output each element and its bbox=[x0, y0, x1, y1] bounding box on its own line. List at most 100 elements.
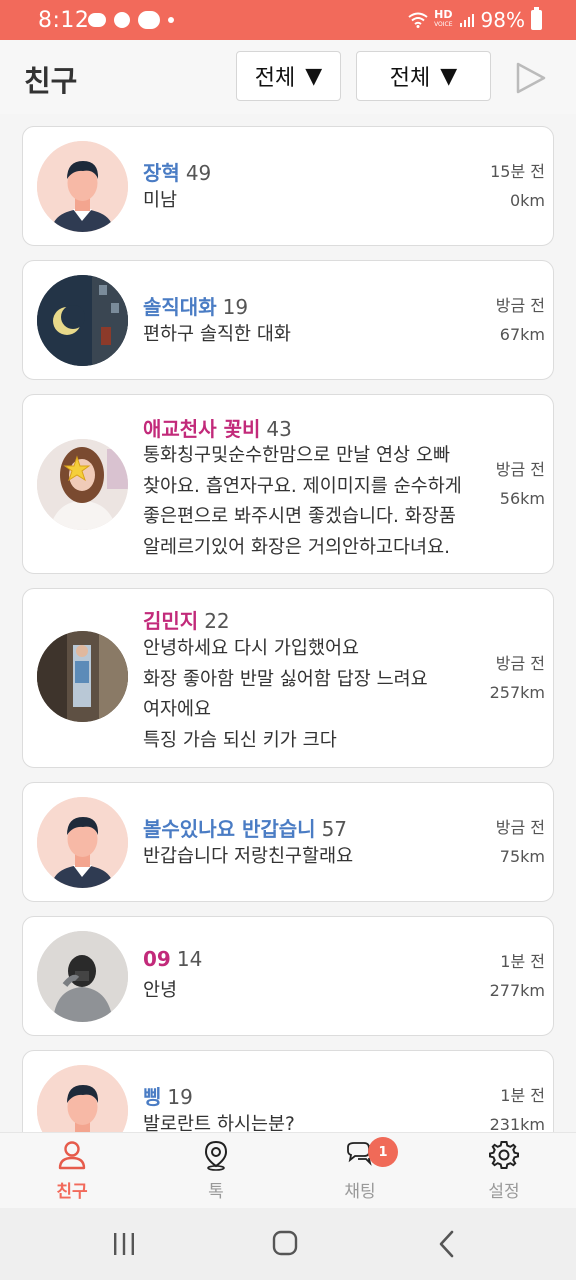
notification-icons bbox=[88, 11, 174, 29]
dot-icon bbox=[168, 17, 174, 23]
filter-dropdown-1[interactable]: 전체 ▼ bbox=[236, 51, 341, 101]
friend-card[interactable]: 김민지 22 안녕하세요 다시 가입했어요 화장 좋아함 반말 싫어함 답장 느려… bbox=[22, 588, 554, 768]
hd-label: HD bbox=[434, 8, 453, 21]
friend-name: 장혁 bbox=[143, 161, 180, 185]
friend-age: 22 bbox=[204, 609, 230, 633]
friend-distance: 67km bbox=[499, 325, 545, 344]
friend-age: 19 bbox=[167, 1085, 193, 1109]
filter-1-label: 전체 bbox=[254, 66, 296, 91]
friend-meta: 방금 전 67km bbox=[496, 291, 545, 349]
app-badge-icon bbox=[138, 11, 160, 29]
signal-icon bbox=[459, 14, 474, 27]
back-icon[interactable] bbox=[427, 1226, 467, 1262]
friend-message: 발로란트 하시는분? bbox=[143, 1114, 295, 1132]
friend-meta: 1분 전 277km bbox=[490, 947, 545, 1005]
page-title: 친구 bbox=[24, 64, 78, 98]
nav-label-talk: 톡 bbox=[208, 1182, 224, 1202]
friend-meta: 방금 전 75km bbox=[496, 813, 545, 871]
friend-card[interactable]: 애교천사 꽃비 43 통화칭구및순수한맘으로 만날 연상 오빠 찾아요. 흡연자구… bbox=[22, 394, 554, 574]
last-active-time: 15분 전 bbox=[490, 162, 545, 181]
status-time: 8:12 bbox=[38, 8, 90, 33]
nav-tab-settings[interactable]: 설정 bbox=[432, 1133, 576, 1209]
system-navigation-bar bbox=[0, 1208, 576, 1280]
filter-dropdown-2[interactable]: 전체 ▼ bbox=[356, 51, 491, 101]
friend-distance: 56km bbox=[499, 489, 545, 508]
friend-name-line: 삥 19 bbox=[143, 1081, 193, 1110]
friend-age: 49 bbox=[185, 161, 212, 185]
nav-tab-friends[interactable]: 친구 bbox=[0, 1133, 144, 1209]
friend-age: 14 bbox=[176, 947, 203, 971]
play-send-icon[interactable] bbox=[512, 60, 548, 96]
nav-label-settings: 설정 bbox=[488, 1182, 520, 1202]
friend-name: 볼수있나요 반갑습니 bbox=[143, 817, 316, 841]
friend-meta: 방금 전 56km bbox=[496, 455, 545, 513]
wifi-icon bbox=[408, 12, 428, 28]
friend-age: 57 bbox=[321, 817, 348, 841]
nav-tab-chat[interactable]: 1 채팅 bbox=[288, 1133, 432, 1209]
friend-message: 안녕하세요 다시 가입했어요 화장 좋아함 반말 싫어함 답장 느려요 여자에요… bbox=[143, 638, 428, 751]
status-right: HD VOICE 98% bbox=[408, 7, 542, 32]
nav-label-chat: 채팅 bbox=[344, 1182, 376, 1202]
friend-name: 솔직대화 bbox=[143, 295, 217, 319]
recent-apps-icon[interactable] bbox=[104, 1226, 144, 1262]
gear-icon bbox=[489, 1141, 519, 1169]
friend-age: 19 bbox=[222, 295, 249, 319]
last-active-time: 1분 전 bbox=[500, 952, 545, 971]
friend-age: 43 bbox=[266, 417, 292, 441]
night-moon-photo-avatar bbox=[37, 275, 128, 366]
cloud-icon bbox=[88, 13, 106, 27]
friend-card[interactable]: 09 14 안녕 1분 전 277km bbox=[22, 916, 554, 1036]
nav-tab-talk[interactable]: 톡 bbox=[144, 1133, 288, 1209]
voice-label: VOICE bbox=[434, 21, 453, 28]
default-male-avatar-icon bbox=[37, 797, 128, 888]
friend-name-line: 볼수있나요 반갑습니 57 bbox=[143, 813, 347, 842]
bottom-navigation: 친구 톡 1 채팅 설정 bbox=[0, 1132, 576, 1209]
person-photo-avatar bbox=[37, 931, 128, 1022]
home-icon[interactable] bbox=[265, 1226, 305, 1262]
friend-distance: 231km bbox=[489, 1115, 545, 1132]
dropdown-arrow-icon: ▼ bbox=[305, 63, 323, 89]
friend-distance: 257km bbox=[489, 683, 545, 702]
friend-message: 반갑습니다 저랑친구할래요 bbox=[143, 846, 354, 867]
friend-name-line: 장혁 49 bbox=[143, 157, 211, 186]
friend-list[interactable]: 장혁 49 미남 15분 전 0km 솔직대화 19 편하구 솔직한 대화 방금 전 bbox=[0, 114, 576, 1132]
unread-badge: 1 bbox=[368, 1137, 398, 1167]
friend-name: 09 bbox=[143, 947, 171, 971]
last-active-time: 방금 전 bbox=[495, 296, 545, 315]
message-icon bbox=[114, 12, 130, 28]
friend-message: 통화칭구및순수한맘으로 만날 연상 오빠 찾아요. 흡연자구요. 제이미지를 순… bbox=[143, 445, 462, 558]
last-active-time: 방금 전 bbox=[495, 460, 545, 479]
default-male-avatar-icon bbox=[37, 141, 128, 232]
friend-card[interactable]: 볼수있나요 반갑습니 57 반갑습니다 저랑친구할래요 방금 전 75km bbox=[22, 782, 554, 902]
last-active-time: 방금 전 bbox=[495, 818, 545, 837]
friend-name-line: 솔직대화 19 bbox=[143, 291, 248, 320]
friend-name-line: 09 14 bbox=[143, 947, 202, 971]
nav-label-friends: 친구 bbox=[56, 1182, 88, 1202]
location-pin-icon bbox=[204, 1140, 228, 1171]
friend-name-line: 애교천사 꽃비 43 bbox=[143, 413, 292, 442]
last-active-time: 방금 전 bbox=[495, 654, 545, 673]
friend-distance: 277km bbox=[489, 981, 545, 1000]
friend-meta: 1분 전 231km bbox=[490, 1081, 545, 1132]
friend-distance: 75km bbox=[499, 847, 545, 866]
filter-2-label: 전체 bbox=[389, 66, 431, 91]
friend-name: 삥 bbox=[143, 1085, 162, 1109]
battery-icon bbox=[531, 7, 542, 30]
friend-distance: 0km bbox=[509, 191, 545, 210]
status-bar: 8:12 HD VOICE 98% bbox=[0, 0, 576, 40]
battery-percent: 98% bbox=[480, 8, 525, 32]
friend-name: 김민지 bbox=[143, 609, 199, 633]
last-active-time: 1분 전 bbox=[500, 1086, 545, 1105]
friend-meta: 15분 전 0km bbox=[490, 157, 545, 215]
friend-name: 애교천사 꽃비 bbox=[143, 417, 261, 441]
dropdown-arrow-icon: ▼ bbox=[440, 63, 458, 89]
friend-message: 미남 bbox=[143, 190, 178, 211]
friend-message: 안녕 bbox=[143, 980, 178, 1001]
friend-card[interactable]: 장혁 49 미남 15분 전 0km bbox=[22, 126, 554, 246]
friend-message: 편하구 솔직한 대화 bbox=[143, 324, 291, 345]
friend-meta: 방금 전 257km bbox=[490, 649, 545, 707]
woman-photo-avatar bbox=[37, 631, 128, 722]
friend-card[interactable]: 솔직대화 19 편하구 솔직한 대화 방금 전 67km bbox=[22, 260, 554, 380]
friend-card[interactable]: 삥 19 발로란트 하시는분? 1분 전 231km bbox=[22, 1050, 554, 1132]
friend-name-line: 김민지 22 bbox=[143, 605, 230, 634]
